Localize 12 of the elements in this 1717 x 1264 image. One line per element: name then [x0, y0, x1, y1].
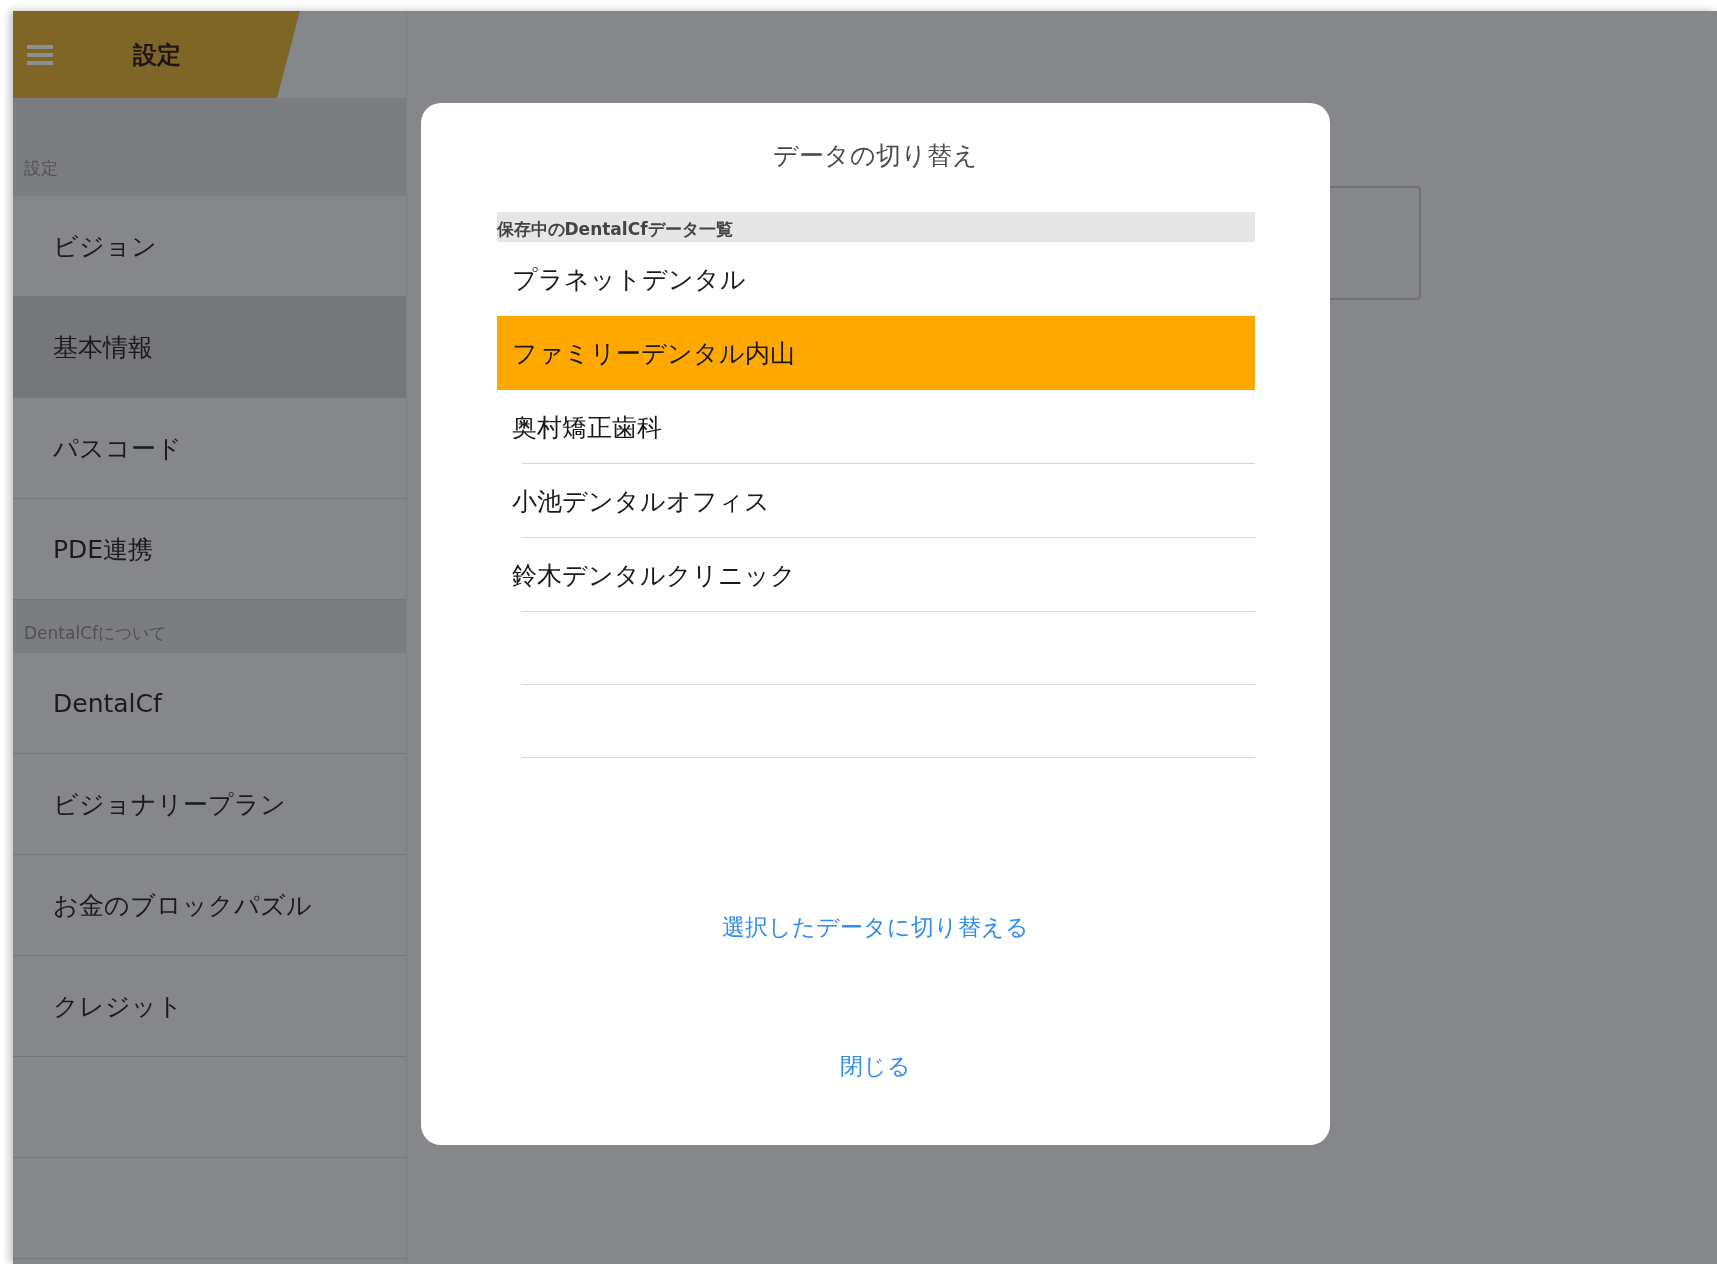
header-title: 設定 — [133, 39, 181, 71]
close-button[interactable]: 閉じる — [832, 1047, 919, 1086]
list-header: 保存中のDentalCfデータ一覧 — [496, 212, 1255, 242]
list-item[interactable]: 小池デンタルオフィス — [496, 464, 1255, 538]
list-item[interactable]: プラネットデンタル — [496, 242, 1255, 316]
list-item[interactable]: 奥村矯正歯科 — [496, 390, 1255, 464]
dialog-title: データの切り替え — [773, 140, 978, 172]
list-item[interactable]: ファミリーデンタル内山 — [496, 316, 1255, 390]
sidebar-item[interactable]: 基本情報 — [13, 297, 406, 398]
switch-data-button[interactable]: 選択したデータに切り替える — [714, 908, 1037, 947]
list-item[interactable]: 鈴木デンタルクリニック — [496, 538, 1255, 612]
menu-icon[interactable] — [27, 44, 53, 65]
